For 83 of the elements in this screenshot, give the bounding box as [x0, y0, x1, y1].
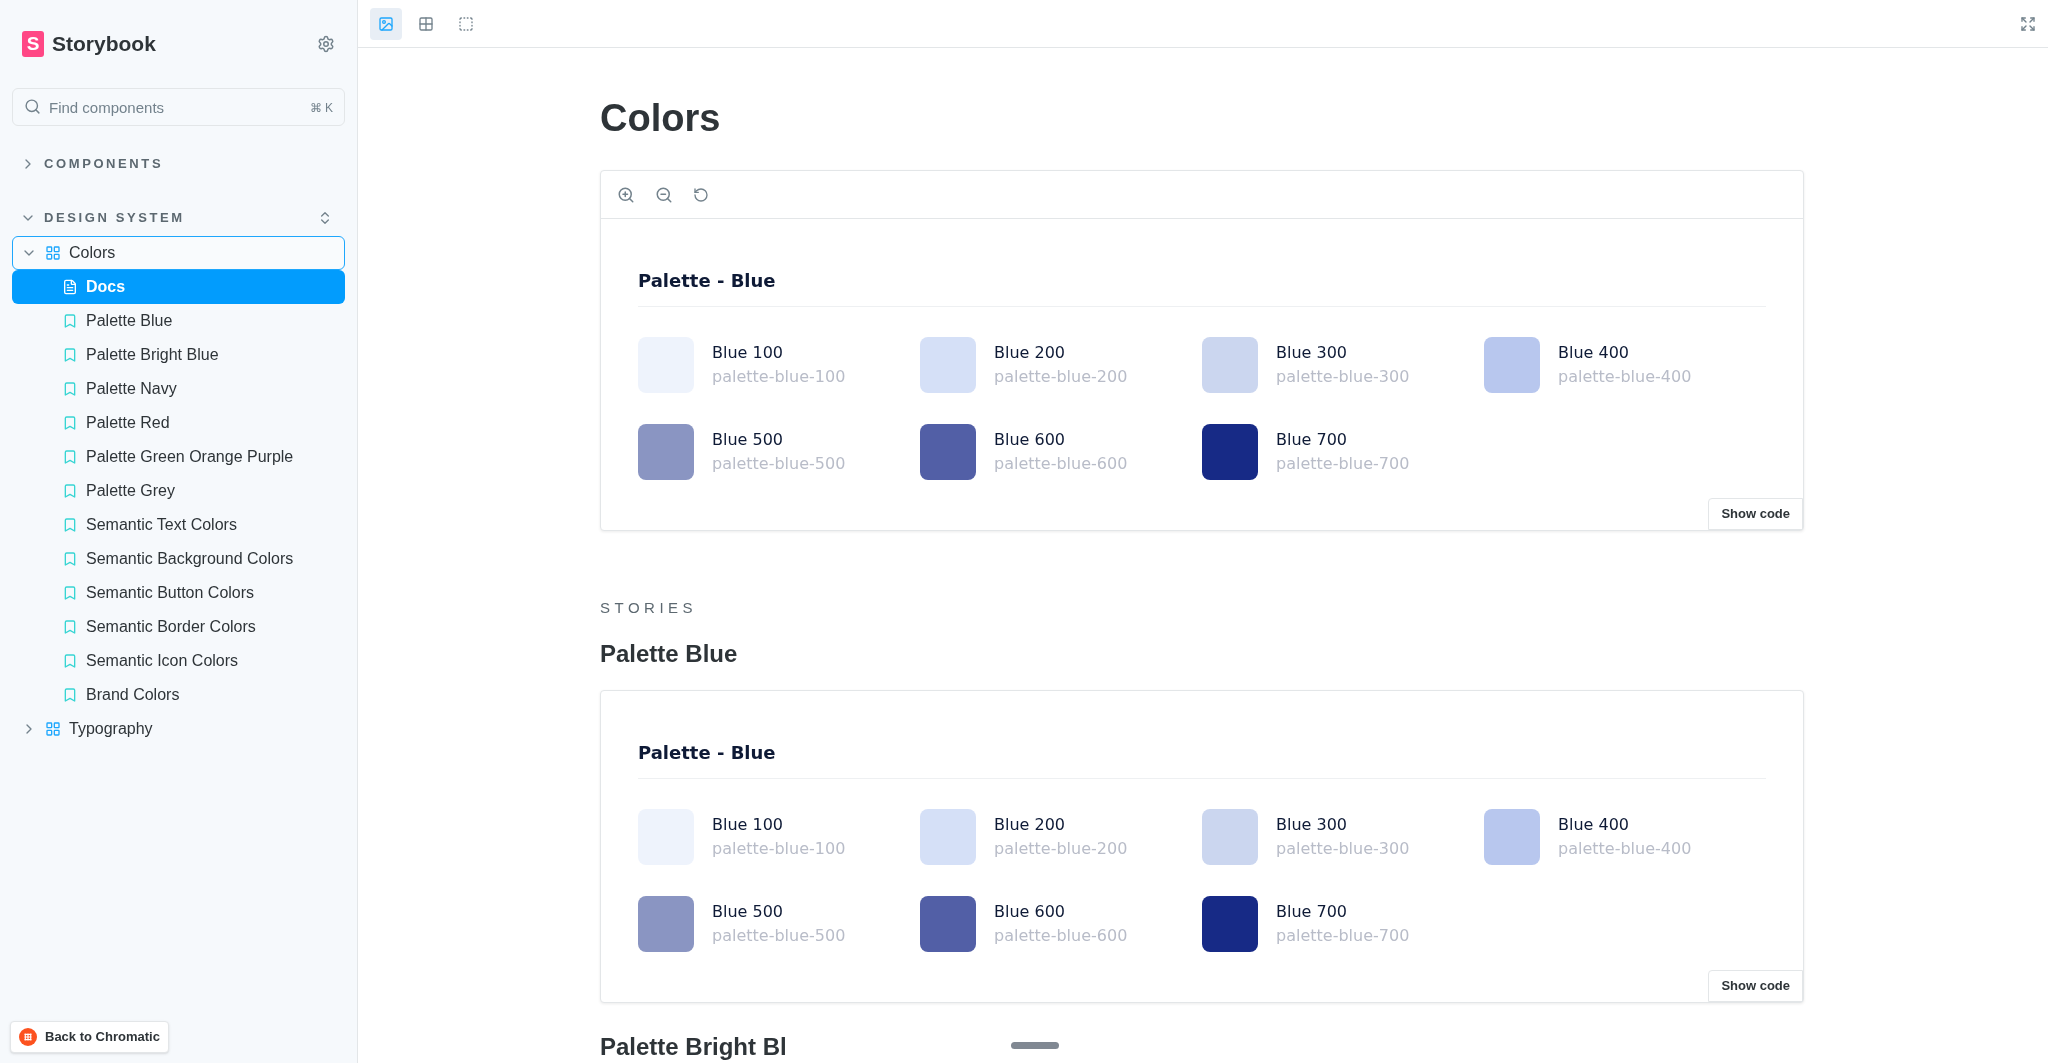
document-icon — [62, 279, 78, 295]
bookmark-icon — [62, 551, 78, 567]
image-icon — [378, 15, 394, 32]
swatch-name: Blue 200 — [994, 813, 1067, 836]
bookmark-icon — [62, 619, 78, 635]
swatch-token: palette-blue-500 — [712, 453, 846, 475]
toolbar-button[interactable] — [370, 7, 402, 40]
swatch-name: Blue 700 — [1276, 900, 1349, 923]
swatch-token: palette-blue-200 — [994, 837, 1128, 860]
swatch-name: Blue 400 — [1558, 342, 1631, 364]
tree-item[interactable]: Palette Green Orange Purple — [12, 440, 345, 474]
swatch-name: Blue 300 — [1276, 813, 1349, 836]
swatch-name: Blue 100 — [712, 342, 785, 364]
bookmark-icon — [62, 687, 78, 703]
tree-item[interactable]: Palette Red — [12, 406, 345, 440]
zoom-in-icon[interactable] — [617, 185, 635, 204]
swatch-name: Blue 700 — [1276, 429, 1349, 451]
tree-item[interactable]: Typography — [12, 712, 345, 746]
bookmark-icon — [62, 449, 78, 465]
swatch-name: Blue 600 — [994, 900, 1067, 923]
section-label: STORIES — [600, 598, 699, 618]
tree-item[interactable]: Semantic Text Colors — [12, 508, 345, 542]
shortcut-hint: ⌘ K — [309, 100, 333, 117]
swatch-name: Blue 500 — [712, 429, 785, 451]
swatch-token: palette-blue-700 — [1276, 924, 1410, 947]
tree-item[interactable]: Semantic Icon Colors — [12, 644, 345, 678]
swatch-name: Blue 400 — [1558, 813, 1631, 836]
swatch-token: palette-blue-100 — [712, 366, 846, 388]
reset-zoom-icon[interactable] — [693, 186, 709, 203]
show-code-button[interactable]: Show code — [1708, 969, 1803, 1002]
page-title: Colors — [600, 96, 722, 141]
bookmark-icon — [62, 585, 78, 601]
swatch-name: Blue 100 — [712, 813, 785, 836]
bookmark-icon — [62, 415, 78, 431]
zoom-out-icon[interactable] — [655, 185, 673, 204]
chromatic-logo-icon — [19, 1028, 37, 1046]
swatch-token: palette-blue-300 — [1276, 837, 1410, 860]
resize-handle[interactable] — [1011, 1042, 1059, 1049]
grid-icon — [418, 15, 434, 32]
component-icon — [45, 721, 61, 737]
swatch-token: palette-blue-100 — [712, 837, 846, 860]
bookmark-icon — [62, 381, 78, 397]
story-title: Palette Blue — [600, 638, 738, 669]
search-icon — [24, 98, 41, 115]
swatch-token: palette-blue-600 — [994, 924, 1128, 947]
tree-item[interactable]: Palette Blue — [12, 304, 345, 338]
tree-item[interactable]: Palette Grey — [12, 474, 345, 508]
section-header[interactable]: COMPONENTS — [12, 154, 164, 174]
tree-item[interactable]: Colors — [12, 236, 345, 270]
tree-item[interactable]: Semantic Border Colors — [12, 610, 345, 644]
show-code-button[interactable]: Show code — [1708, 498, 1803, 530]
bookmark-icon — [62, 483, 78, 499]
swatch-name: Blue 300 — [1276, 342, 1349, 364]
fullscreen-icon[interactable] — [2020, 15, 2036, 32]
back-to-chromatic-button[interactable]: Back to Chromatic — [10, 1021, 169, 1053]
swatch-token: palette-blue-300 — [1276, 366, 1410, 388]
storybook-logo: S — [22, 31, 44, 57]
swatch-name: Blue 200 — [994, 342, 1067, 364]
settings-icon[interactable] — [317, 35, 335, 53]
swatch-token: palette-blue-600 — [994, 453, 1128, 475]
swatch-token: palette-blue-400 — [1558, 366, 1692, 388]
swatch-name: Blue 600 — [994, 429, 1067, 451]
bookmark-icon — [62, 313, 78, 329]
story-title: Palette Bright Bl — [600, 1031, 787, 1062]
tree-item[interactable]: Palette Navy — [12, 372, 345, 406]
bookmark-icon — [62, 653, 78, 669]
tree-item[interactable]: Semantic Button Colors — [12, 576, 345, 610]
swatch-token: palette-blue-200 — [994, 366, 1128, 388]
bookmark-icon — [62, 347, 78, 363]
tree-item[interactable]: Semantic Background Colors — [12, 542, 345, 576]
component-icon — [45, 245, 61, 261]
tree-item[interactable]: Palette Bright Blue — [12, 338, 345, 372]
palette-title: Palette - Blue — [638, 270, 776, 291]
palette-title: Palette - Blue — [638, 741, 776, 763]
swatch-token: palette-blue-700 — [1276, 453, 1410, 475]
swatch-name: Blue 500 — [712, 900, 785, 923]
swatch-token: palette-blue-400 — [1558, 837, 1692, 860]
section-header[interactable]: DESIGN SYSTEM — [12, 208, 185, 228]
bookmark-icon — [62, 517, 78, 533]
brand-name: Storybook — [52, 31, 156, 58]
outline-icon — [458, 15, 474, 32]
swatch-token: palette-blue-500 — [712, 924, 846, 947]
tree-item[interactable]: Brand Colors — [12, 678, 345, 712]
